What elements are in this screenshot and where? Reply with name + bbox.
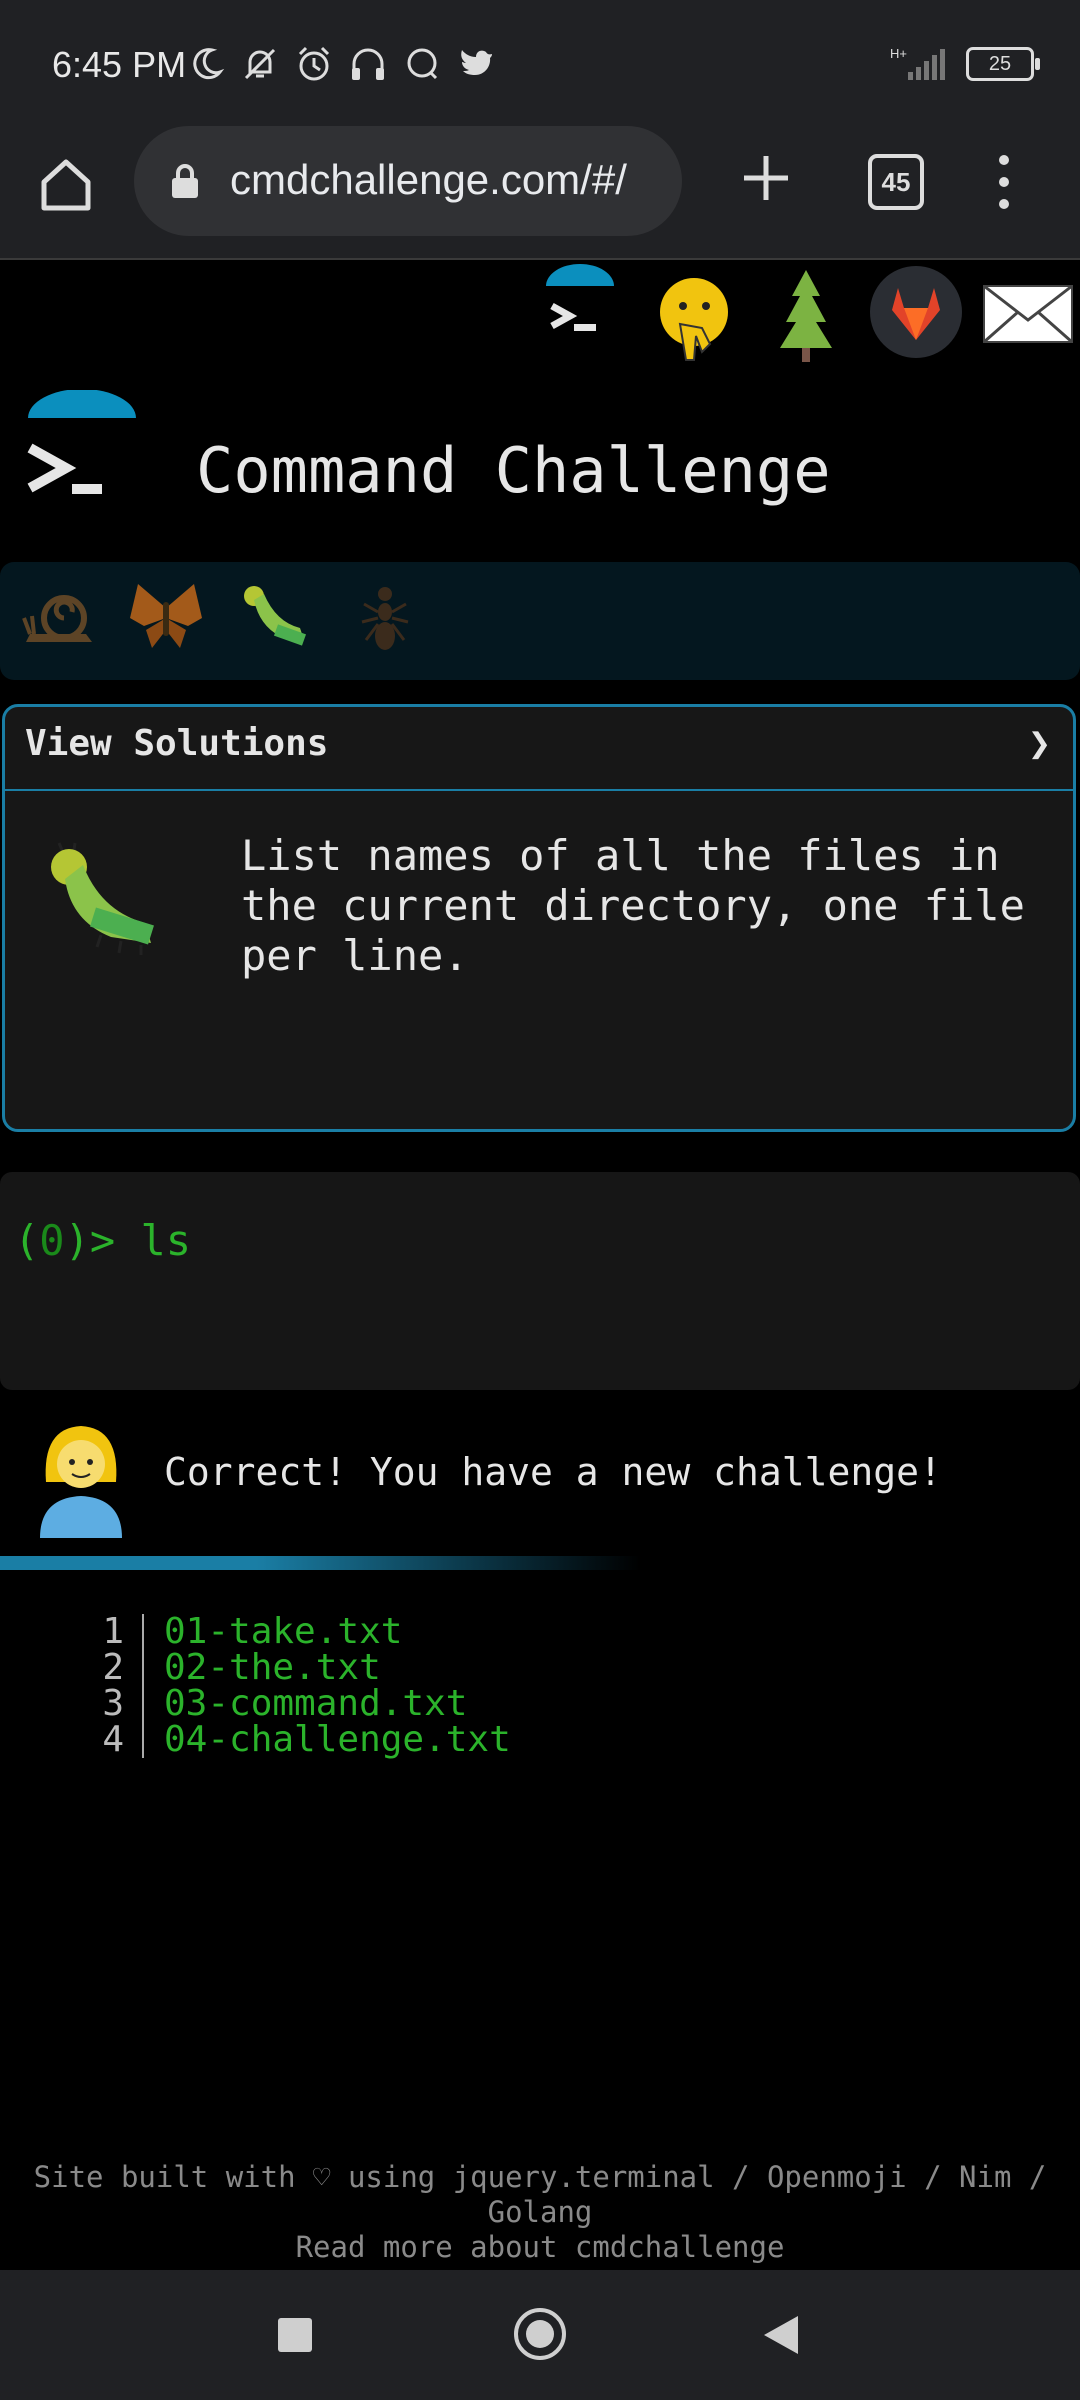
line-number: 4: [102, 1719, 124, 1760]
terminal-command[interactable]: ls: [140, 1216, 191, 1265]
caterpillar-icon[interactable]: [240, 578, 320, 658]
bell-off-icon: [244, 48, 276, 80]
snail-icon[interactable]: [20, 578, 100, 658]
prompt-open: (: [14, 1216, 40, 1265]
chat-icon: [407, 48, 438, 80]
chevron-right-icon[interactable]: ❯: [1028, 721, 1051, 765]
prompt-close: )>: [64, 1216, 141, 1265]
url-text[interactable]: cmdchallenge.com/#/: [230, 156, 670, 204]
page-content: Command Challenge View Solutions ❯ List …: [0, 260, 1080, 2270]
butterfly-icon[interactable]: [126, 578, 206, 658]
line-number: 2: [102, 1647, 124, 1688]
gitlab-icon[interactable]: [868, 264, 964, 360]
footer-credits[interactable]: Site built with ♡ using jquery.terminal …: [0, 2160, 1080, 2195]
line-separator: [142, 1722, 144, 1758]
status-right: H+ 25: [888, 44, 1040, 84]
url-bar[interactable]: cmdchallenge.com/#/: [134, 126, 682, 236]
read-more-link[interactable]: Read more about cmdchallenge: [0, 2230, 1080, 2265]
challenge-panel: View Solutions ❯ List names of all the f…: [2, 704, 1076, 1132]
page-header: Command Challenge: [0, 390, 1080, 540]
output-filename: 01-take.txt: [164, 1611, 403, 1652]
terminal[interactable]: (0)> ls: [0, 1172, 1080, 1390]
output-row: 3 03-command.txt: [0, 1686, 1080, 1722]
status-icons: [186, 44, 496, 84]
output-filename: 04-challenge.txt: [164, 1719, 511, 1760]
svg-text:H+: H+: [890, 46, 907, 61]
progress-bar: [0, 1556, 640, 1570]
tab-switcher-button[interactable]: 45: [868, 154, 924, 210]
status-bar: 6:45 PM H+ 25: [0, 0, 1080, 126]
headphones-icon: [352, 48, 384, 80]
line-separator: [142, 1686, 144, 1722]
home-button[interactable]: [514, 2308, 566, 2360]
prompt-counter: 0: [39, 1216, 65, 1265]
mail-icon[interactable]: [982, 284, 1074, 344]
lock-icon: [172, 164, 198, 198]
home-icon[interactable]: [36, 154, 96, 214]
woman-avatar-icon: [40, 1426, 122, 1538]
terminal-logo-icon: [27, 390, 136, 494]
moon-icon: [193, 48, 225, 80]
recents-button[interactable]: [278, 2318, 312, 2352]
page-title: Command Challenge: [196, 434, 831, 507]
tree-icon[interactable]: [774, 266, 838, 366]
view-solutions-header[interactable]: View Solutions ❯: [5, 707, 1073, 791]
output-row: 4 04-challenge.txt: [0, 1722, 1080, 1758]
signal-icon: H+: [890, 46, 945, 80]
output-row: 1 01-take.txt: [0, 1614, 1080, 1650]
level-selector: [0, 562, 1080, 680]
new-tab-icon[interactable]: [736, 148, 796, 208]
alarm-icon: [298, 46, 330, 81]
caterpillar-icon: [51, 842, 154, 955]
shushing-face-icon[interactable]: [656, 274, 732, 364]
feedback-text: Correct! You have a new challenge!: [164, 1450, 942, 1494]
back-button[interactable]: [764, 2316, 798, 2354]
line-separator: [142, 1614, 144, 1650]
output-row: 2 02-the.txt: [0, 1650, 1080, 1686]
output-filename: 03-command.txt: [164, 1683, 468, 1724]
terminal-prompt[interactable]: (0)> ls: [14, 1216, 191, 1265]
terminal-logo-icon[interactable]: [540, 264, 620, 354]
view-solutions-label[interactable]: View Solutions: [25, 723, 328, 764]
line-number: 3: [102, 1683, 124, 1724]
header-icon-bar: [0, 260, 1080, 370]
feedback-message: Correct! You have a new challenge!: [0, 1410, 1080, 1560]
twitter-icon: [461, 50, 492, 75]
line-separator: [142, 1650, 144, 1686]
command-output: 1 01-take.txt 2 02-the.txt 3 03-command.…: [0, 1614, 1080, 1758]
overflow-menu-icon[interactable]: [984, 150, 1024, 214]
site-footer: Site built with ♡ using jquery.terminal …: [0, 2160, 1080, 2265]
line-number: 1: [102, 1611, 124, 1652]
ant-icon[interactable]: [350, 578, 420, 658]
browser-toolbar: cmdchallenge.com/#/ 45: [0, 126, 1080, 260]
battery-indicator: 25: [966, 47, 1040, 81]
status-time: 6:45 PM: [52, 44, 187, 85]
challenge-description: List names of all the files in the curre…: [241, 831, 1025, 980]
footer-credits-cont[interactable]: Golang: [0, 2195, 1080, 2230]
system-nav-bar: [0, 2270, 1080, 2400]
output-filename: 02-the.txt: [164, 1647, 381, 1688]
